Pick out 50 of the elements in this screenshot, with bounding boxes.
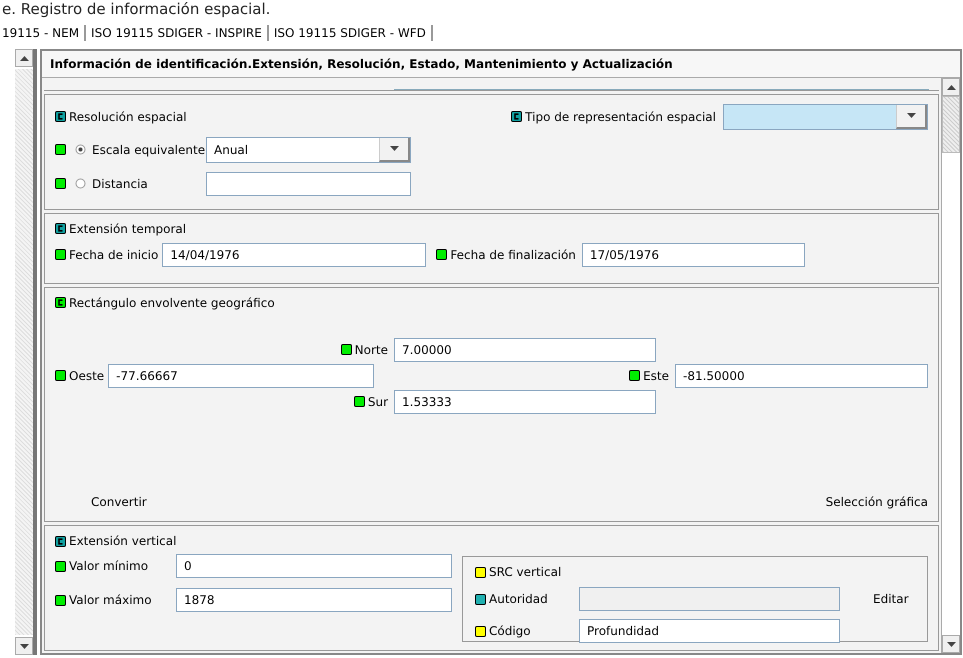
field-label: Fecha de finalización [450, 248, 576, 262]
field-label: Valor mínimo [69, 559, 148, 574]
section-title: Extensión vertical [69, 534, 176, 548]
radio-button[interactable] [75, 178, 86, 190]
field-label: Oeste [69, 368, 104, 383]
input-field[interactable]: 1.53333 [394, 390, 656, 414]
field-label: Sur [368, 394, 388, 409]
dropdown[interactable]: Anual [206, 136, 411, 163]
input-field[interactable]: 7.00000 [394, 338, 656, 362]
input-field[interactable]: 0 [176, 554, 452, 578]
edit-link[interactable]: Editar [873, 592, 909, 606]
input-field[interactable]: Profundidad [579, 619, 840, 644]
field-label: Este [643, 368, 669, 383]
field-label: Valor máximo [69, 593, 152, 608]
dropdown[interactable] [723, 104, 928, 130]
radio-button[interactable] [75, 144, 86, 156]
input-field[interactable]: 1878 [176, 588, 452, 612]
caret-icon [906, 113, 916, 118]
input-field[interactable]: 14/04/1976 [162, 242, 426, 267]
scroll-thumb[interactable] [15, 69, 33, 635]
scrollbar[interactable] [941, 78, 960, 653]
scroll-up-icon[interactable] [946, 84, 956, 90]
field-label: Autoridad [489, 592, 548, 606]
input-field[interactable]: -77.66667 [108, 364, 374, 388]
section-title: Extensión temporal [69, 222, 186, 236]
tab[interactable]: ISO 19115 SDIGER - WFD [268, 25, 433, 41]
scroll-up-icon[interactable] [20, 56, 28, 60]
caret-icon [390, 146, 398, 152]
scroll-down-icon[interactable] [946, 642, 956, 646]
field-label: Fecha de inicio [69, 248, 158, 262]
input-field[interactable] [206, 172, 411, 196]
section-title: Resolución espacial [69, 110, 187, 124]
scrollbar[interactable] [15, 49, 37, 655]
input-field[interactable]: -81.50000 [675, 364, 928, 388]
section-caption: e. Registro de información espacial. [1, 0, 272, 18]
tab[interactable]: 19115 - NEM [2, 25, 86, 41]
field-label: Norte [354, 342, 388, 357]
field-label: Tipo de representación espacial [525, 110, 716, 124]
option-label: Distancia [92, 176, 149, 191]
scroll-down-icon[interactable] [20, 644, 28, 648]
scroll-thumb[interactable] [942, 96, 960, 153]
tab[interactable]: ISO 19115 SDIGER - INSPIRE [86, 25, 269, 41]
panel-title: Información de identificación.Extensión, Resolución, Estado, Mantenimiento y Actualización [42, 51, 960, 78]
option-label: Escala equivalente [92, 142, 206, 157]
action-link[interactable]: Selección gráfica [826, 495, 928, 510]
action-link[interactable]: Convertir [91, 495, 147, 510]
group-title: SRC vertical [489, 565, 562, 580]
section-title: Rectángulo envolvente geográfico [69, 296, 275, 310]
field-label: Código [489, 624, 531, 638]
input-field[interactable]: 17/05/1976 [582, 242, 805, 267]
